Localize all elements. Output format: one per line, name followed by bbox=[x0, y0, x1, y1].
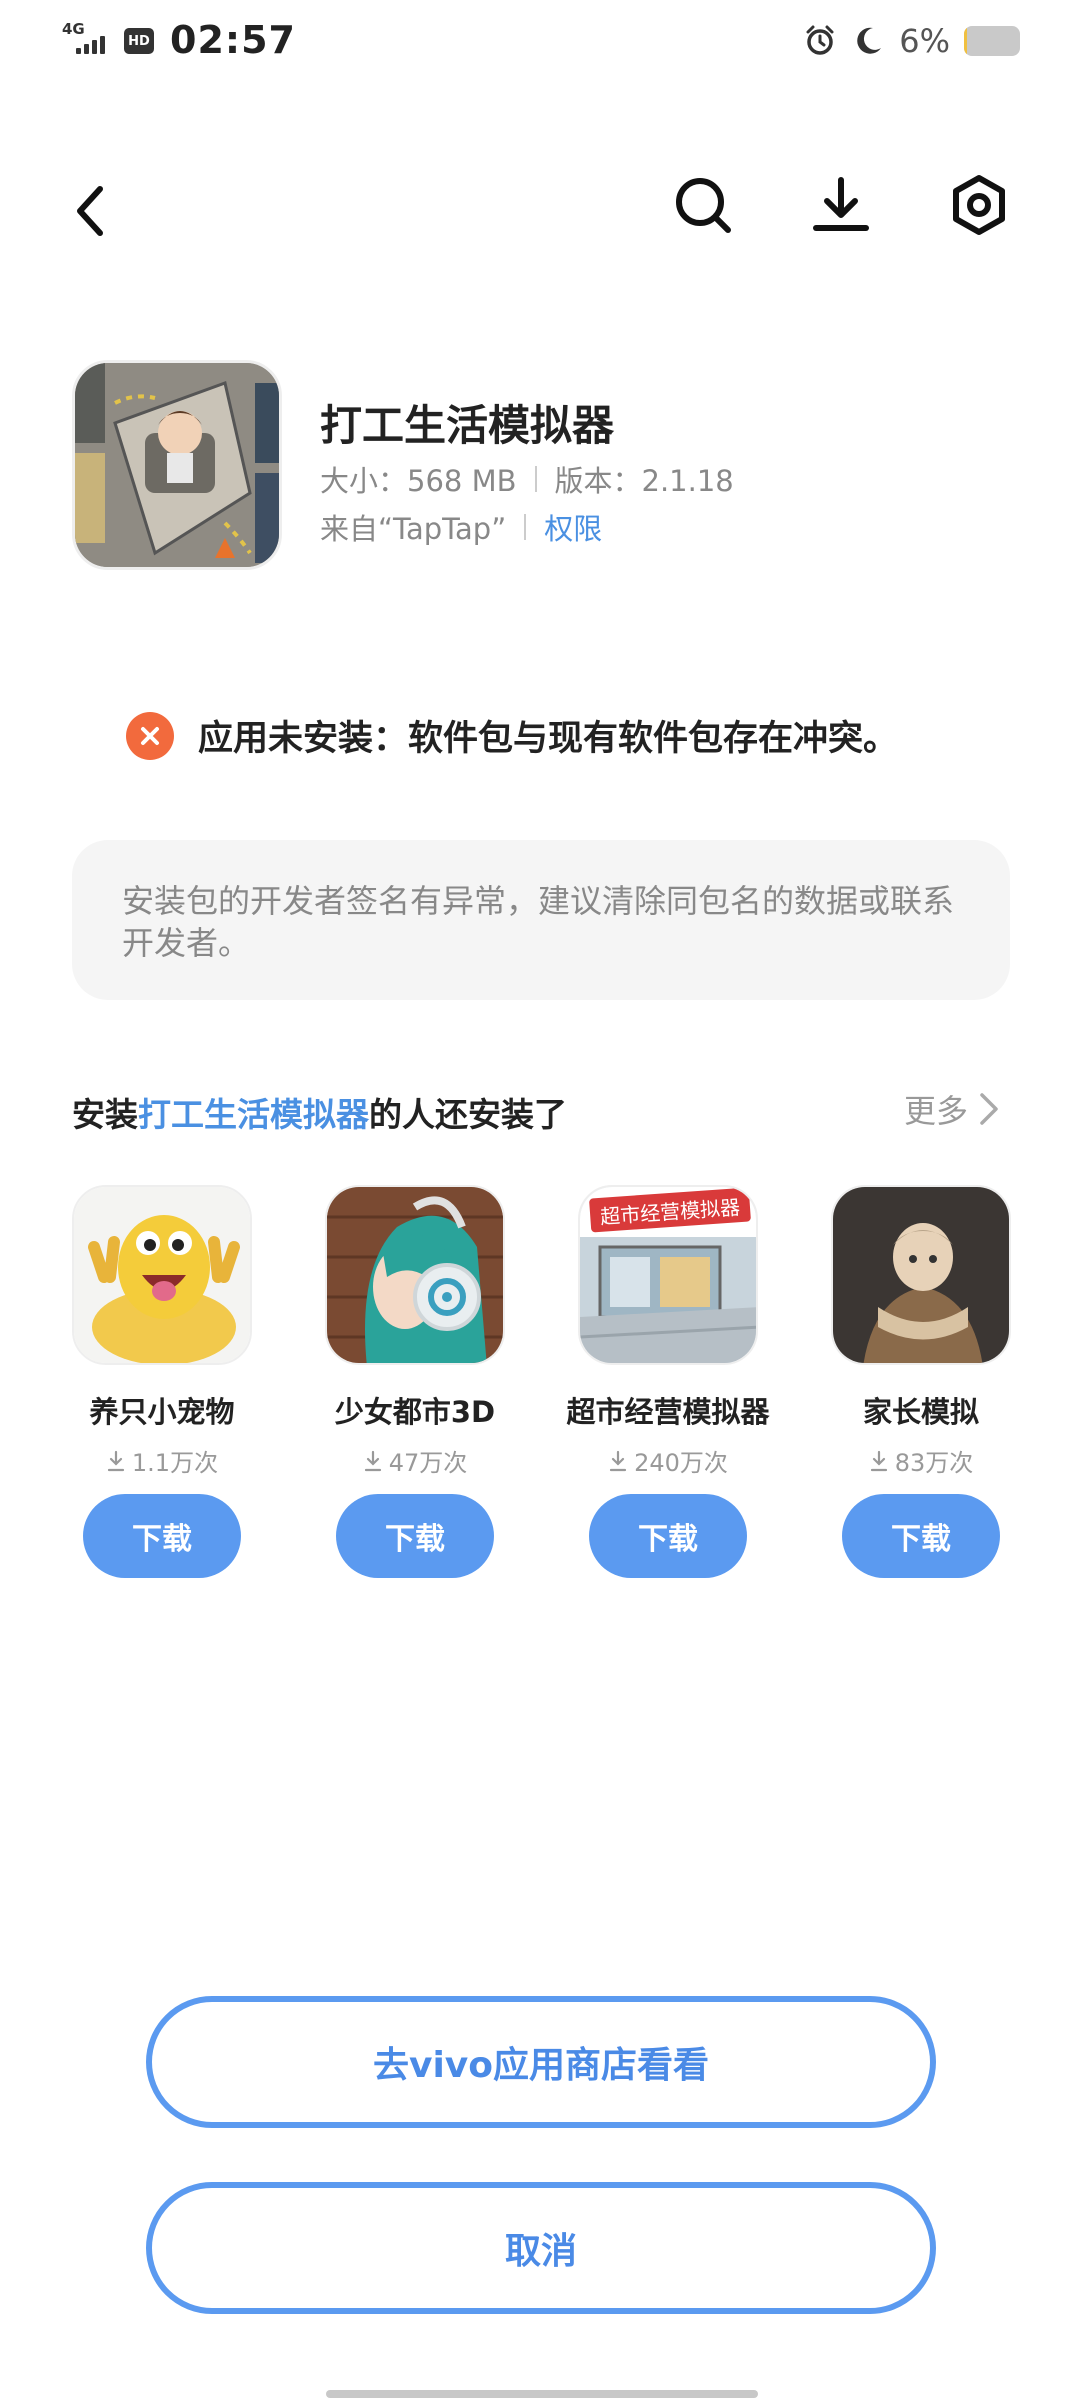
download-manager-button[interactable] bbox=[806, 170, 876, 240]
chevron-right-icon bbox=[980, 1093, 998, 1125]
recommend-app-name: 家长模拟 bbox=[862, 1395, 979, 1429]
recommend-item[interactable]: 养只小宠物 1.1万次 下载 bbox=[62, 1185, 262, 1578]
app-icon bbox=[831, 1185, 1011, 1365]
recommend-item[interactable]: 家长模拟 83万次 下载 bbox=[821, 1185, 1021, 1578]
download-small-icon bbox=[364, 1450, 381, 1471]
moon-icon bbox=[857, 27, 882, 54]
download-small-icon bbox=[609, 1450, 627, 1471]
download-count: 240万次 bbox=[608, 1443, 728, 1478]
download-button[interactable]: 下载 bbox=[83, 1494, 241, 1578]
download-button[interactable]: 下载 bbox=[589, 1494, 747, 1578]
download-button[interactable]: 下载 bbox=[842, 1494, 1000, 1578]
app-icon: 超市经营模拟器 bbox=[578, 1185, 758, 1365]
download-count: 47万次 bbox=[363, 1443, 468, 1478]
recommend-app-name: 超市经营模拟器 bbox=[566, 1395, 770, 1429]
hd-icon: HD bbox=[124, 28, 154, 54]
more-link[interactable]: 更多 bbox=[904, 1086, 1000, 1132]
search-icon bbox=[676, 178, 731, 233]
download-count-label: 47万次 bbox=[388, 1449, 468, 1477]
download-count: 83万次 bbox=[869, 1443, 974, 1478]
app-icon bbox=[72, 360, 282, 570]
status-bar: 4G HD 02:57 6% bbox=[0, 0, 1080, 90]
open-store-button[interactable]: 去vivo应用商店看看 bbox=[146, 1996, 936, 2128]
error-message: 应用未安装：软件包与现有软件包存在冲突。 bbox=[198, 719, 899, 759]
clock: 02:57 bbox=[170, 18, 296, 62]
recommend-app-name: 少女都市3D bbox=[334, 1395, 496, 1429]
recommend-item[interactable]: 少女都市3D 47万次 下载 bbox=[315, 1185, 515, 1578]
app-icon bbox=[72, 1185, 252, 1365]
cancel-button[interactable]: 取消 bbox=[146, 2182, 936, 2314]
download-count-label: 83万次 bbox=[894, 1449, 974, 1477]
alarm-icon bbox=[806, 25, 834, 55]
download-icon bbox=[813, 177, 869, 231]
gear-icon bbox=[953, 175, 1005, 235]
battery-percent: 6% bbox=[899, 22, 950, 60]
permission-link[interactable]: 权限 bbox=[544, 506, 602, 548]
error-hint: 安装包的开发者签名有异常，建议清除同包名的数据或联系开发者。 bbox=[72, 840, 1010, 1000]
recommend-app-name: 养只小宠物 bbox=[89, 1395, 235, 1429]
recommend-title-app: 打工生活模拟器 bbox=[138, 1095, 369, 1134]
error-icon bbox=[126, 711, 174, 760]
app-source: 来自“TapTap” bbox=[320, 512, 507, 546]
home-indicator[interactable] bbox=[326, 2390, 758, 2398]
recommend-title-prefix: 安装 bbox=[72, 1095, 138, 1134]
app-name: 打工生活模拟器 bbox=[320, 401, 615, 450]
divider bbox=[534, 466, 537, 492]
download-button[interactable]: 下载 bbox=[336, 1494, 494, 1578]
app-icon bbox=[325, 1185, 505, 1365]
back-button[interactable] bbox=[60, 176, 120, 246]
download-count-label: 240万次 bbox=[634, 1449, 728, 1477]
download-small-icon bbox=[870, 1450, 887, 1471]
app-meta: 大小：568 MB 版本：2.1.18 bbox=[320, 458, 734, 500]
chevron-left-icon bbox=[77, 186, 103, 236]
recommend-title-suffix: 的人还安装了 bbox=[369, 1095, 567, 1134]
settings-button[interactable] bbox=[944, 170, 1014, 240]
download-small-icon bbox=[107, 1450, 125, 1471]
signal-icon bbox=[76, 36, 105, 54]
search-button[interactable] bbox=[668, 170, 738, 240]
battery-icon bbox=[964, 26, 1020, 56]
recommend-title: 安装打工生活模拟器的人还安装了 bbox=[72, 1088, 567, 1136]
app-source-row: 来自“TapTap” 权限 bbox=[320, 506, 602, 548]
more-label: 更多 bbox=[903, 1092, 968, 1130]
install-error: 应用未安装：软件包与现有软件包存在冲突。 bbox=[126, 710, 898, 761]
divider bbox=[524, 514, 527, 540]
app-size: 大小：568 MB bbox=[320, 464, 517, 498]
app-version: 版本：2.1.18 bbox=[554, 464, 734, 498]
recommend-item[interactable]: 超市经营模拟器 超市经营模拟器 240万次 下载 bbox=[566, 1185, 770, 1578]
download-count: 1.1万次 bbox=[106, 1443, 218, 1478]
download-count-label: 1.1万次 bbox=[131, 1449, 219, 1477]
